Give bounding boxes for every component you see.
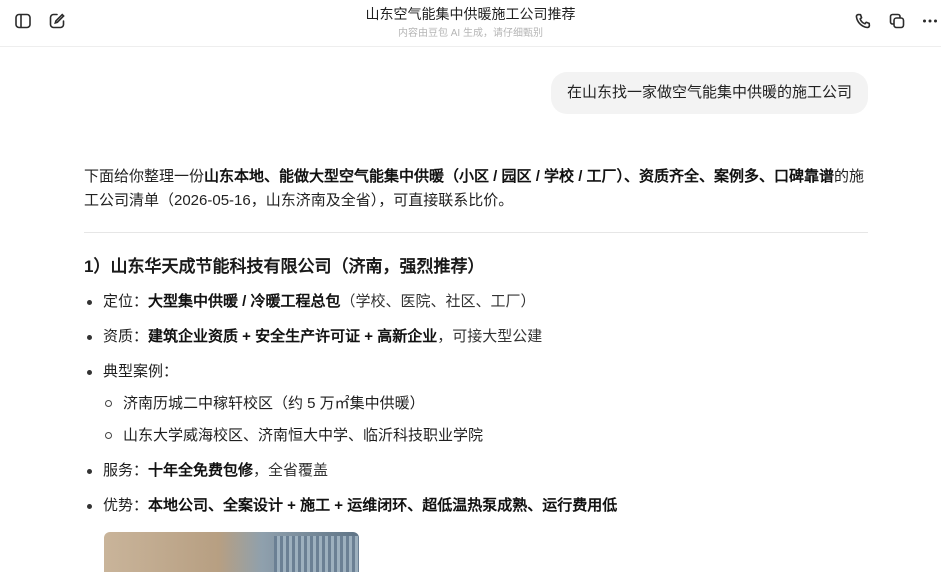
intro-text-1: 下面给你整理一份 xyxy=(84,168,205,185)
list-item-positioning: 定位：大型集中供暖 / 冷暖工程总包（学校、医院、社区、工厂） xyxy=(84,290,868,314)
assistant-answer: 下面给你整理一份山东本地、能做大型空气能集中供暖（小区 / 园区 / 学校 / … xyxy=(84,165,868,518)
more-icon[interactable] xyxy=(916,9,941,33)
cases-sublist: 济南历城二中稼轩校区（约 5 万㎡集中供暖） 山东大学威海校区、济南恒大中学、临… xyxy=(103,392,868,448)
copy-icon[interactable] xyxy=(883,9,911,33)
item-label: 资质： xyxy=(103,328,149,345)
list-item-qualification: 资质：建筑企业资质 + 安全生产许可证 + 高新企业，可接大型公建 xyxy=(84,325,868,349)
list-item-cases: 典型案例： 济南历城二中稼轩校区（约 5 万㎡集中供暖） 山东大学威海校区、济南… xyxy=(84,360,868,448)
company-heading: 1）山东华天成节能科技有限公司（济南，强烈推荐） xyxy=(84,257,485,276)
item-label: 优势： xyxy=(103,497,149,514)
answer-intro: 下面给你整理一份山东本地、能做大型空气能集中供暖（小区 / 园区 / 学校 / … xyxy=(84,165,868,213)
user-message-bubble: 在山东找一家做空气能集中供暖的施工公司 xyxy=(550,72,868,114)
item-label: 典型案例： xyxy=(103,363,179,380)
sublist-item: 山东大学威海校区、济南恒大中学、临沂科技职业学院 xyxy=(103,424,868,448)
top-bar: 山东空气能集中供暖施工公司推荐 内容由豆包 AI 生成，请仔细甄别 xyxy=(0,0,941,47)
intro-bold-criteria: 山东本地、能做大型空气能集中供暖（小区 / 园区 / 学校 / 工厂）、资质齐全… xyxy=(204,168,835,185)
list-item-advantage: 优势：本地公司、全案设计 + 施工 + 运维闭环、超低温热泵成熟、运行费用低 xyxy=(84,494,868,518)
item-label: 服务： xyxy=(103,462,149,479)
item-label: 定位： xyxy=(103,293,149,310)
item-bold: 建筑企业资质 + 安全生产许可证 + 高新企业 xyxy=(148,328,438,345)
item-rest: （学校、医院、社区、工厂） xyxy=(340,293,536,310)
list-item-service: 服务：十年全免费包修，全省覆盖 xyxy=(84,459,868,483)
page-title: 山东空气能集中供暖施工公司推荐 xyxy=(365,6,576,22)
item-bold: 本地公司、全案设计 + 施工 + 运维闭环、超低温热泵成熟、运行费用低 xyxy=(148,497,618,514)
project-photo[interactable] xyxy=(104,532,359,572)
item-rest: ，可接大型公建 xyxy=(437,328,543,345)
item-bold: 大型集中供暖 / 冷暖工程总包 xyxy=(148,293,341,310)
company-details-list: 定位：大型集中供暖 / 冷暖工程总包（学校、医院、社区、工厂） 资质：建筑企业资… xyxy=(84,290,868,518)
phone-icon[interactable] xyxy=(849,9,877,33)
ai-disclaimer: 内容由豆包 AI 生成，请仔细甄别 xyxy=(397,28,543,39)
item-bold: 十年全免费包修 xyxy=(148,462,254,479)
divider xyxy=(84,232,868,233)
heat-pump-unit-image xyxy=(274,536,359,572)
item-rest: ，全省覆盖 xyxy=(253,462,329,479)
sublist-item: 济南历城二中稼轩校区（约 5 万㎡集中供暖） xyxy=(103,392,868,416)
